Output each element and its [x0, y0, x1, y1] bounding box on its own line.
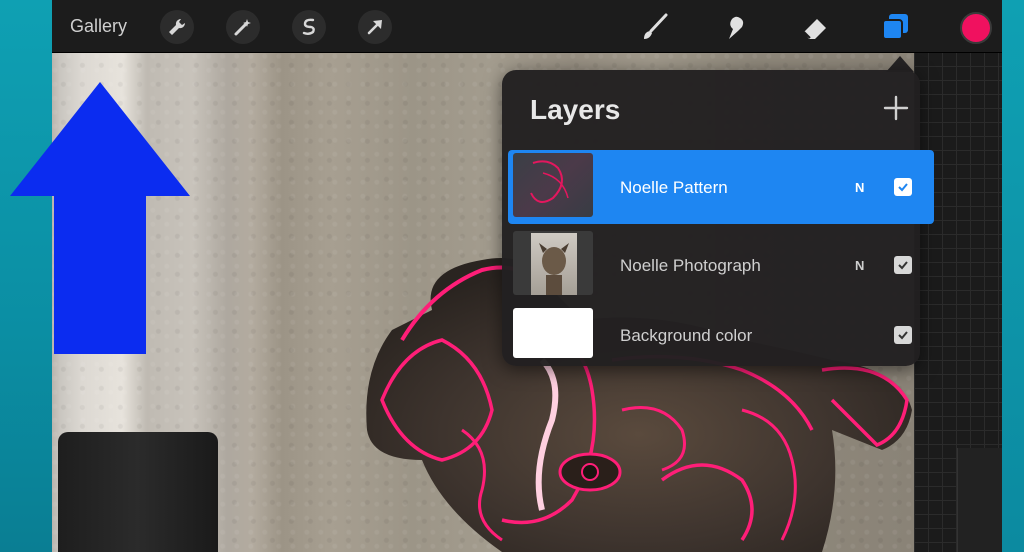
- smudge-icon[interactable]: [718, 10, 752, 44]
- teal-frame-right: [1002, 0, 1024, 552]
- blue-up-arrow: [10, 82, 190, 354]
- transform-arrow-icon[interactable]: [358, 10, 392, 44]
- blend-mode[interactable]: N: [855, 180, 864, 195]
- wrench-icon[interactable]: [160, 10, 194, 44]
- selection-icon[interactable]: [292, 10, 326, 44]
- layer-thumbnail: [513, 308, 593, 358]
- top-toolbar: Gallery: [52, 0, 1002, 53]
- layers-icon[interactable]: [878, 10, 912, 44]
- eraser-icon[interactable]: [798, 10, 832, 44]
- visibility-checkbox[interactable]: [894, 178, 912, 196]
- brush-icon[interactable]: [638, 10, 672, 44]
- add-layer-plus-icon[interactable]: [882, 94, 910, 122]
- layer-row-noelle-pattern[interactable]: Noelle Pattern N: [508, 150, 934, 224]
- layer-row-noelle-photograph[interactable]: Noelle Photograph N: [508, 228, 934, 302]
- layers-title: Layers: [530, 94, 621, 125]
- layers-panel: Layers Noelle Pattern N Noelle Photograp…: [502, 70, 934, 366]
- color-swatch[interactable]: [960, 12, 992, 44]
- visibility-checkbox[interactable]: [894, 326, 912, 344]
- layer-thumbnail: [513, 231, 593, 295]
- layer-thumbnail: [513, 153, 593, 217]
- visibility-checkbox[interactable]: [894, 256, 912, 274]
- layer-name: Noelle Pattern: [620, 178, 728, 197]
- gallery-button[interactable]: Gallery: [70, 16, 127, 37]
- magic-wand-icon[interactable]: [226, 10, 260, 44]
- blend-mode[interactable]: N: [855, 258, 864, 273]
- layer-row-background-color[interactable]: Background color: [508, 300, 934, 374]
- speaker-object: [58, 432, 218, 552]
- layer-name: Noelle Photograph: [620, 256, 761, 275]
- layer-name: Background color: [620, 326, 753, 345]
